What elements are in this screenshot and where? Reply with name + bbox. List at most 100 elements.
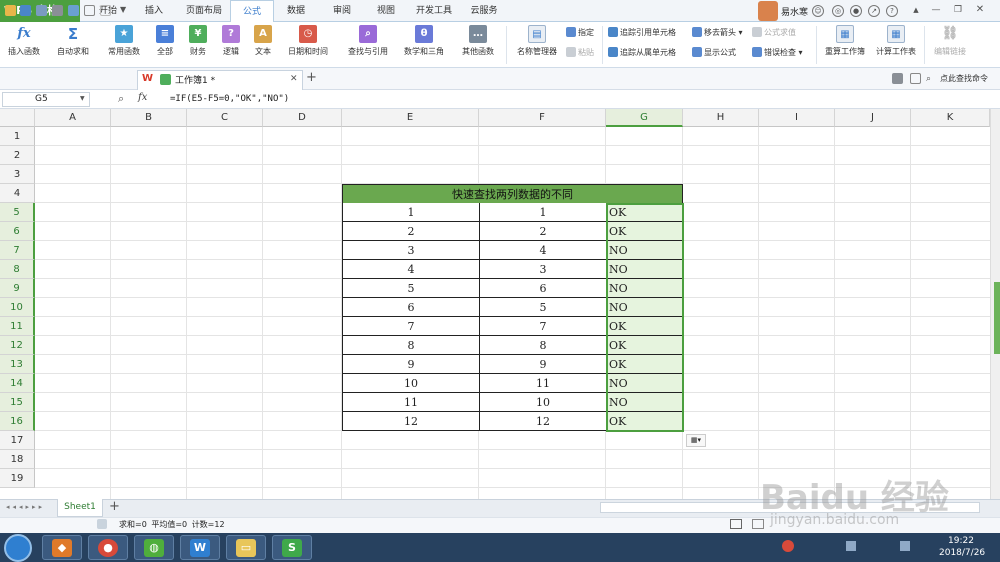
tab-view[interactable]: 视图 [366,0,406,22]
tab-cloud[interactable]: 云服务 [462,0,506,22]
result-cell[interactable]: OK [606,317,684,336]
spreadsheet-grid[interactable]: A B C D E F G H I J K 1 2 3 4 5 6 7 8 9 10 11 12 13 1… [0,109,990,499]
insert-function-button[interactable]: fx 插入函数 [3,24,45,66]
column-header-selected[interactable]: G [606,109,683,127]
column-header[interactable]: K [911,109,990,127]
value-cell[interactable]: 3 [342,241,480,260]
value-cell[interactable]: 8 [342,336,480,355]
taskbar-app-explorer[interactable]: ▭ [226,535,266,560]
all-functions-button[interactable]: ≡ 全部 [150,24,180,66]
recalc-workbook-button[interactable]: ▦ 重算工作簿 [820,24,870,66]
row-header[interactable]: 18 [0,450,35,469]
tab-developer[interactable]: 开发工具 [410,0,458,22]
value-cell[interactable]: 9 [479,355,607,374]
value-cell[interactable]: 8 [479,336,607,355]
column-header[interactable]: A [35,109,111,127]
search-icon[interactable]: ⌕ [926,74,937,85]
value-cell[interactable]: 7 [342,317,480,336]
window-mode-icon[interactable] [892,73,903,84]
close-icon[interactable]: ✕ [974,5,986,17]
value-cell[interactable]: 5 [342,279,480,298]
tab-review[interactable]: 审阅 [320,0,364,22]
value-cell[interactable]: 1 [342,203,480,222]
evaluate-formula-button[interactable]: 公式求值 [752,26,796,40]
avatar[interactable] [758,1,778,21]
value-cell[interactable]: 4 [342,260,480,279]
trace-precedents-button[interactable]: 追踪引用单元格 [608,26,676,40]
taskbar-app-wps-sheets[interactable]: S [272,535,312,560]
other-functions-button[interactable]: … 其他函数 [455,24,501,66]
row-header[interactable]: 19 [0,469,35,488]
zoom-search-icon[interactable]: ⌕ [118,92,124,106]
tray-network-icon[interactable] [846,541,856,551]
result-cell[interactable]: OK [606,336,684,355]
tab-formulas[interactable]: 公式 [230,0,274,23]
collapse-icon[interactable] [910,73,921,84]
share-icon[interactable]: ↗ [868,5,880,17]
value-cell[interactable]: 6 [342,298,480,317]
value-cell[interactable]: 10 [479,393,607,412]
redo-icon[interactable] [100,5,111,16]
column-header[interactable]: E [342,109,479,127]
minimize-icon[interactable]: — [930,5,942,17]
logic-functions-button[interactable]: ? 逻辑 [216,24,246,66]
taskbar-app-wps-writer[interactable]: W [180,535,220,560]
row-header[interactable]: 11 [0,317,35,336]
row-header[interactable]: 10 [0,298,35,317]
autosum-button[interactable]: Σ 自动求和 [50,24,96,66]
row-header[interactable]: 4 [0,184,35,203]
value-cell[interactable]: 7 [479,317,607,336]
print-icon[interactable] [52,5,63,16]
row-header[interactable]: 17 [0,431,35,450]
common-functions-button[interactable]: ★ 常用函数 [100,24,148,66]
value-cell[interactable]: 2 [479,222,607,241]
taskbar-app-wechat[interactable]: ◍ [134,535,174,560]
value-cell[interactable]: 3 [479,260,607,279]
show-formulas-button[interactable]: 显示公式 [692,46,736,60]
column-header[interactable]: D [263,109,342,127]
sheet-tab[interactable]: Sheet1 [57,499,103,517]
skin-icon[interactable]: ☺ [812,5,824,17]
tab-data[interactable]: 数据 [276,0,316,22]
chevron-down-icon[interactable]: ▼ [120,5,131,16]
add-sheet-icon[interactable]: + [109,499,120,514]
lookup-functions-button[interactable]: ⌕ 查找与引用 [340,24,396,66]
select-all-corner[interactable] [0,109,35,127]
column-header[interactable]: B [111,109,187,127]
value-cell[interactable]: 6 [479,279,607,298]
value-cell[interactable]: 10 [342,374,480,393]
row-header[interactable]: 1 [0,127,35,146]
math-functions-button[interactable]: θ 数学和三角 [398,24,450,66]
column-header[interactable]: F [479,109,606,127]
result-cell[interactable]: NO [606,374,684,393]
page-layout-view-icon[interactable] [752,519,764,529]
result-cell[interactable]: NO [606,241,684,260]
column-header[interactable]: C [187,109,263,127]
table-title[interactable]: 快速查找两列数据的不同 [342,184,683,204]
help-icon[interactable]: ? [886,5,898,17]
row-header[interactable]: 16 [0,412,35,431]
feedback-icon[interactable]: ◎ [832,5,844,17]
sheet-nav-arrows-icon[interactable]: ◂◂◂▸▸▸ [6,503,45,511]
fx-button[interactable]: fx [138,92,147,103]
row-header[interactable]: 5 [0,203,35,222]
value-cell[interactable]: 5 [479,298,607,317]
value-cell[interactable]: 11 [342,393,480,412]
result-cell[interactable]: NO [606,393,684,412]
column-header[interactable]: I [759,109,835,127]
tray-app-icon[interactable] [782,540,794,552]
tab-insert[interactable]: 插入 [132,0,176,22]
value-cell[interactable]: 2 [342,222,480,241]
save-icon[interactable] [20,5,31,16]
result-cell[interactable]: NO [606,260,684,279]
value-cell[interactable]: 1 [479,203,607,222]
result-cell[interactable]: OK [606,222,684,241]
undo-icon[interactable] [84,5,95,16]
formula-input[interactable]: =IF(E5-F5=0,"OK","NO") [166,92,1000,107]
row-header[interactable]: 13 [0,355,35,374]
row-header[interactable]: 14 [0,374,35,393]
datetime-functions-button[interactable]: ◷ 日期和时间 [282,24,334,66]
value-cell[interactable]: 12 [479,412,607,431]
trace-dependents-button[interactable]: 追踪从属单元格 [608,46,676,60]
edit-links-button[interactable]: ⛓ 编辑链接 [930,24,970,66]
